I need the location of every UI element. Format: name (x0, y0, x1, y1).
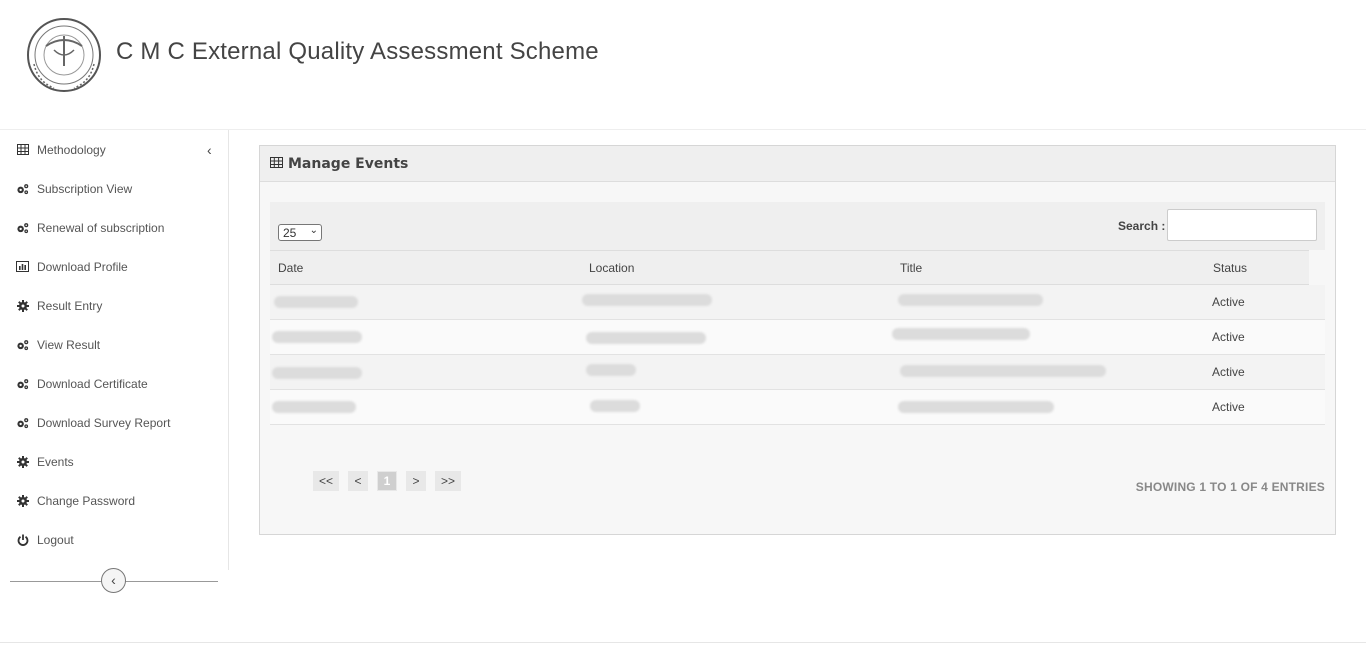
sidebar-item-subscription-view[interactable]: Subscription View (0, 169, 228, 208)
status-cell: Active (1212, 330, 1245, 344)
gear-icon (16, 455, 29, 468)
chevron-down-icon: ⌄ (309, 225, 318, 236)
sidebar-item-renewal-of-subscription[interactable]: Renewal of subscription (0, 208, 228, 247)
page-size-select[interactable]: 25 ⌄ (278, 224, 322, 241)
sidebar-item-label: Methodology (37, 142, 106, 157)
sidebar-item-result-entry[interactable]: Result Entry (0, 286, 228, 325)
table-icon (270, 155, 283, 173)
sidebar-item-methodology[interactable]: Methodology ‹ (0, 130, 228, 169)
chevron-left-icon[interactable]: ‹ (207, 142, 212, 158)
table-header-row: Date Location Title Status (270, 250, 1309, 285)
search-label: Search : (1118, 219, 1166, 233)
app-header: C M C External Quality Assessment Scheme (0, 0, 1366, 130)
redacted-location (582, 294, 712, 306)
cogs-icon (16, 377, 29, 390)
next-page-button[interactable]: > (406, 471, 426, 491)
status-cell: Active (1212, 365, 1245, 379)
redacted-location (586, 364, 636, 376)
status-cell: Active (1212, 400, 1245, 414)
redacted-title (900, 365, 1106, 377)
sidebar-item-view-result[interactable]: View Result (0, 325, 228, 364)
sidebar-item-label: Result Entry (37, 298, 103, 313)
events-table: Date Location Title Status Active Active… (270, 250, 1325, 425)
sidebar-item-download-profile[interactable]: Download Profile (0, 247, 228, 286)
chevron-left-icon: ‹ (111, 571, 116, 588)
sidebar-item-label: Subscription View (37, 181, 133, 196)
table-row: Active (270, 320, 1325, 355)
redacted-title (892, 328, 1030, 340)
sidebar-item-label: Change Password (37, 493, 136, 508)
last-page-button[interactable]: >> (435, 471, 461, 491)
entries-info: SHOWING 1 TO 1 OF 4 ENTRIES (1135, 480, 1325, 494)
first-page-button[interactable]: << (313, 471, 339, 491)
sidebar-item-download-certificate[interactable]: Download Certificate (0, 364, 228, 403)
manage-events-panel: Manage Events 25 ⌄ Search : Date Locatio… (259, 145, 1336, 535)
page-size-value: 25 (283, 225, 297, 240)
cogs-icon (16, 338, 29, 351)
sidebar-item-logout[interactable]: Logout (0, 520, 228, 559)
redacted-date (272, 367, 362, 379)
redacted-title (898, 401, 1054, 413)
page-1-button[interactable]: 1 (377, 471, 397, 491)
redacted-date (272, 331, 362, 343)
sidebar-item-label: Events (37, 454, 74, 469)
cogs-icon (16, 221, 29, 234)
column-header-date[interactable]: Date (278, 261, 303, 275)
power-icon (16, 533, 29, 546)
cogs-icon (16, 182, 29, 195)
panel-title: Manage Events (288, 155, 409, 172)
status-cell: Active (1212, 295, 1245, 309)
column-header-location[interactable]: Location (589, 261, 634, 275)
sidebar-item-label: View Result (37, 337, 101, 352)
gear-icon (16, 299, 29, 312)
redacted-title (898, 294, 1043, 306)
search-input[interactable] (1167, 209, 1317, 241)
sidebar-item-change-password[interactable]: Change Password (0, 481, 228, 520)
sidebar-item-label: Download Survey Report (37, 415, 171, 430)
table-row: Active (270, 285, 1325, 320)
cogs-icon (16, 416, 29, 429)
sidebar-item-label: Download Certificate (37, 376, 148, 391)
redacted-location (590, 400, 640, 412)
sidebar-nav: Methodology ‹ Subscription View Renewal … (0, 130, 229, 570)
table-icon (16, 143, 29, 156)
gear-icon (16, 494, 29, 507)
redacted-date (272, 401, 356, 413)
table-controls: 25 ⌄ Search : (270, 202, 1325, 250)
redacted-location (586, 332, 706, 344)
sidebar-item-events[interactable]: Events (0, 442, 228, 481)
footer-divider (0, 642, 1366, 643)
bar-chart-icon (16, 260, 29, 273)
app-title: C M C External Quality Assessment Scheme (116, 38, 599, 65)
sidebar-item-download-survey-report[interactable]: Download Survey Report (0, 403, 228, 442)
column-header-title[interactable]: Title (900, 261, 922, 275)
table-row: Active (270, 355, 1325, 390)
prev-page-button[interactable]: < (348, 471, 368, 491)
college-seal-logo (27, 18, 101, 92)
pagination: << < 1 > >> (313, 471, 470, 491)
sidebar-item-label: Renewal of subscription (37, 220, 165, 235)
table-row: Active (270, 390, 1325, 425)
sidebar-item-label: Download Profile (37, 259, 128, 274)
sidebar-toggle-button[interactable]: ‹ (101, 568, 126, 593)
panel-header: Manage Events (260, 146, 1335, 182)
column-header-status[interactable]: Status (1213, 261, 1247, 275)
redacted-date (274, 296, 358, 308)
sidebar-item-label: Logout (37, 532, 74, 547)
